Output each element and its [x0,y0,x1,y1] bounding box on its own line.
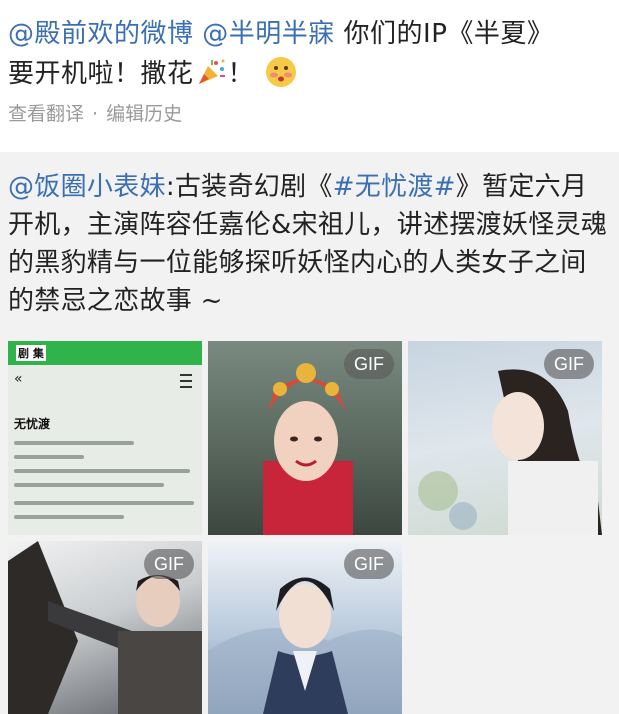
repost-text: @饭圈小表妹:古装奇幻剧《#无忧渡#》暂定六月开机，主演阵容任嘉伦&宋祖儿，讲述… [8,168,608,320]
blushing-face-icon [264,55,298,89]
original-post: @殿前欢的微博 @半明半寐 你们的IP《半夏》要开机啦！撒花 ！ 查看翻译 · 编辑… [0,0,619,152]
party-popper-icon [196,58,226,86]
reposted-content: @饭圈小表妹:古装奇幻剧《#无忧渡#》暂定六月开机，主演阵容任嘉伦&宋祖儿，讲述… [0,152,619,714]
image-thumbnail-gif[interactable]: GIF [208,341,402,535]
mention-link[interactable]: @殿前欢的微博 [8,19,194,49]
back-chevron-icon: « [14,371,23,387]
separator-dot: · [92,103,99,125]
hashtag-link[interactable]: #无忧渡# [333,172,456,202]
mention-link[interactable]: @饭圈小表妹 [8,172,166,202]
screenshot-text-line [14,501,194,505]
image-thumbnail-gif[interactable]: GIF [408,341,602,535]
post-body-text: 你们的IP《半夏》 [334,19,554,49]
image-thumbnail-gif[interactable]: GIF [208,541,402,714]
screenshot-text-line [14,455,84,459]
image-thumbnail-screenshot[interactable]: 剧 集 « 无忧渡 [8,341,202,535]
screenshot-header-label: 剧 集 [16,345,46,361]
gif-badge: GIF [144,549,194,579]
screenshot-title: 无忧渡 [14,417,51,431]
screenshot-text-line [14,515,124,519]
post-text: @殿前欢的微博 @半明半寐 你们的IP《半夏》要开机啦！撒花 ！ [8,14,608,94]
gif-badge: GIF [344,549,394,579]
screenshot-text-line [14,469,190,473]
image-thumbnail-gif[interactable]: GIF [8,541,202,714]
edit-history-link[interactable]: 编辑历史 [106,99,182,126]
translate-link[interactable]: 查看翻译 [8,99,84,126]
repost-body-text: :古装奇幻剧《 [165,172,333,202]
post-body-text: ！ [227,59,255,89]
screenshot-text-line [14,483,164,487]
gif-badge: GIF [344,349,394,379]
mention-link[interactable]: @半明半寐 [202,19,335,49]
screenshot-text-line [14,441,134,445]
post-meta: 查看翻译 · 编辑历史 [8,99,182,126]
post-body-text: 要开机啦！撒花 [8,59,194,89]
gif-badge: GIF [544,349,594,379]
menu-icon [180,374,192,388]
